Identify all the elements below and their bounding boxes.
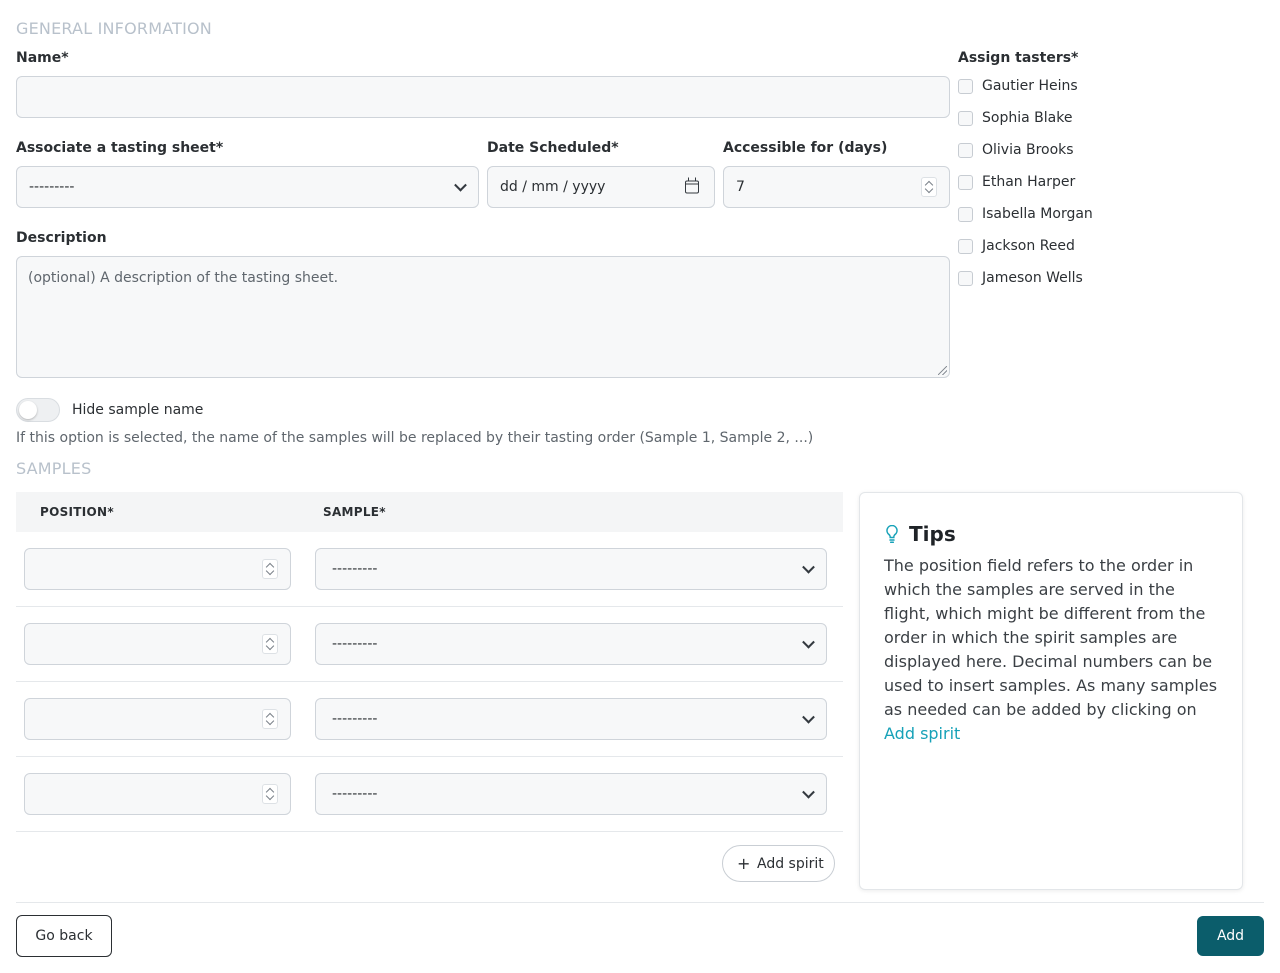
tips-text: The position field refers to the order i… — [884, 556, 1218, 719]
tasting-sheet-select[interactable]: --------- — [16, 166, 479, 208]
position-input[interactable] — [24, 698, 291, 740]
accessible-days-value: 7 — [736, 179, 745, 195]
name-label: Name* — [16, 50, 69, 66]
samples-table-header: POSITION* SAMPLE* — [16, 492, 843, 532]
number-stepper-icon[interactable] — [921, 177, 937, 197]
chevron-down-icon — [802, 710, 815, 724]
tips-add-spirit-link[interactable]: Add spirit — [884, 724, 960, 743]
sample-select[interactable]: --------- — [315, 698, 827, 740]
position-input[interactable] — [24, 773, 291, 815]
taster-checkbox[interactable] — [958, 207, 973, 222]
position-input[interactable] — [24, 548, 291, 590]
taster-name: Ethan Harper — [982, 174, 1076, 190]
hide-sample-name-help: If this option is selected, the name of … — [16, 430, 814, 446]
tasting-sheet-value: --------- — [29, 179, 75, 195]
taster-name: Jameson Wells — [982, 270, 1083, 286]
taster-name: Jackson Reed — [982, 238, 1075, 254]
number-stepper-icon[interactable] — [262, 559, 278, 579]
number-stepper-icon[interactable] — [262, 784, 278, 804]
taster-checkbox[interactable] — [958, 239, 973, 254]
table-row: --------- — [16, 532, 843, 607]
table-row: --------- — [16, 607, 843, 682]
taster-name: Isabella Morgan — [982, 206, 1093, 222]
resize-handle-icon[interactable] — [938, 366, 947, 375]
calendar-icon[interactable] — [685, 177, 699, 194]
tips-title: Tips — [909, 522, 956, 546]
sample-value: --------- — [332, 711, 378, 727]
column-header-sample: SAMPLE* — [323, 505, 386, 519]
number-stepper-icon[interactable] — [262, 709, 278, 729]
sample-select[interactable]: --------- — [315, 548, 827, 590]
sample-value: --------- — [332, 786, 378, 802]
tips-body: The position field refers to the order i… — [884, 554, 1224, 746]
sample-select[interactable]: --------- — [315, 623, 827, 665]
tips-panel: Tips The position field refers to the or… — [859, 492, 1243, 890]
date-scheduled-input[interactable]: dd / mm / yyyy — [487, 166, 715, 208]
date-placeholder: dd / mm / yyyy — [500, 179, 606, 195]
hide-sample-name-label: Hide sample name — [72, 402, 204, 418]
description-placeholder: (optional) A description of the tasting … — [28, 270, 339, 286]
hide-sample-name-toggle[interactable] — [16, 398, 60, 422]
chevron-down-icon — [454, 178, 467, 192]
add-spirit-button[interactable]: + Add spirit — [722, 845, 835, 882]
description-textarea[interactable]: (optional) A description of the tasting … — [16, 256, 950, 378]
chevron-down-icon — [802, 785, 815, 799]
add-label: Add — [1216, 928, 1245, 944]
taster-name: Olivia Brooks — [982, 142, 1074, 158]
taster-checkbox[interactable] — [958, 79, 973, 94]
table-row: --------- — [16, 757, 843, 832]
tasting-sheet-label: Associate a tasting sheet* — [16, 140, 224, 156]
position-input[interactable] — [24, 623, 291, 665]
assign-tasters-label: Assign tasters* — [958, 50, 1079, 66]
plus-icon: + — [737, 854, 751, 873]
general-information-title: GENERAL INFORMATION — [16, 19, 212, 38]
taster-checkbox[interactable] — [958, 143, 973, 158]
go-back-button[interactable]: Go back — [16, 915, 112, 957]
accessible-days-label: Accessible for (days) — [723, 140, 888, 156]
taster-checkbox[interactable] — [958, 175, 973, 190]
description-label: Description — [16, 230, 107, 246]
chevron-down-icon — [802, 635, 815, 649]
sample-value: --------- — [332, 636, 378, 652]
chevron-down-icon — [802, 560, 815, 574]
date-scheduled-label: Date Scheduled* — [487, 140, 619, 156]
name-input[interactable] — [16, 76, 950, 118]
number-stepper-icon[interactable] — [262, 634, 278, 654]
taster-name: Sophia Blake — [982, 110, 1073, 126]
taster-checkbox[interactable] — [958, 271, 973, 286]
add-spirit-label: Add spirit — [757, 856, 824, 872]
column-header-position: POSITION* — [40, 505, 114, 519]
taster-name: Gautier Heins — [982, 78, 1078, 94]
taster-checkbox[interactable] — [958, 111, 973, 126]
toggle-knob — [19, 401, 37, 419]
sample-select[interactable]: --------- — [315, 773, 827, 815]
go-back-label: Go back — [35, 928, 93, 944]
accessible-days-input[interactable]: 7 — [723, 166, 950, 208]
lightbulb-icon — [886, 524, 898, 544]
table-row: --------- — [16, 682, 843, 757]
samples-title: SAMPLES — [16, 459, 92, 478]
footer-divider — [16, 902, 1264, 903]
sample-value: --------- — [332, 561, 378, 577]
add-button[interactable]: Add — [1197, 916, 1264, 956]
